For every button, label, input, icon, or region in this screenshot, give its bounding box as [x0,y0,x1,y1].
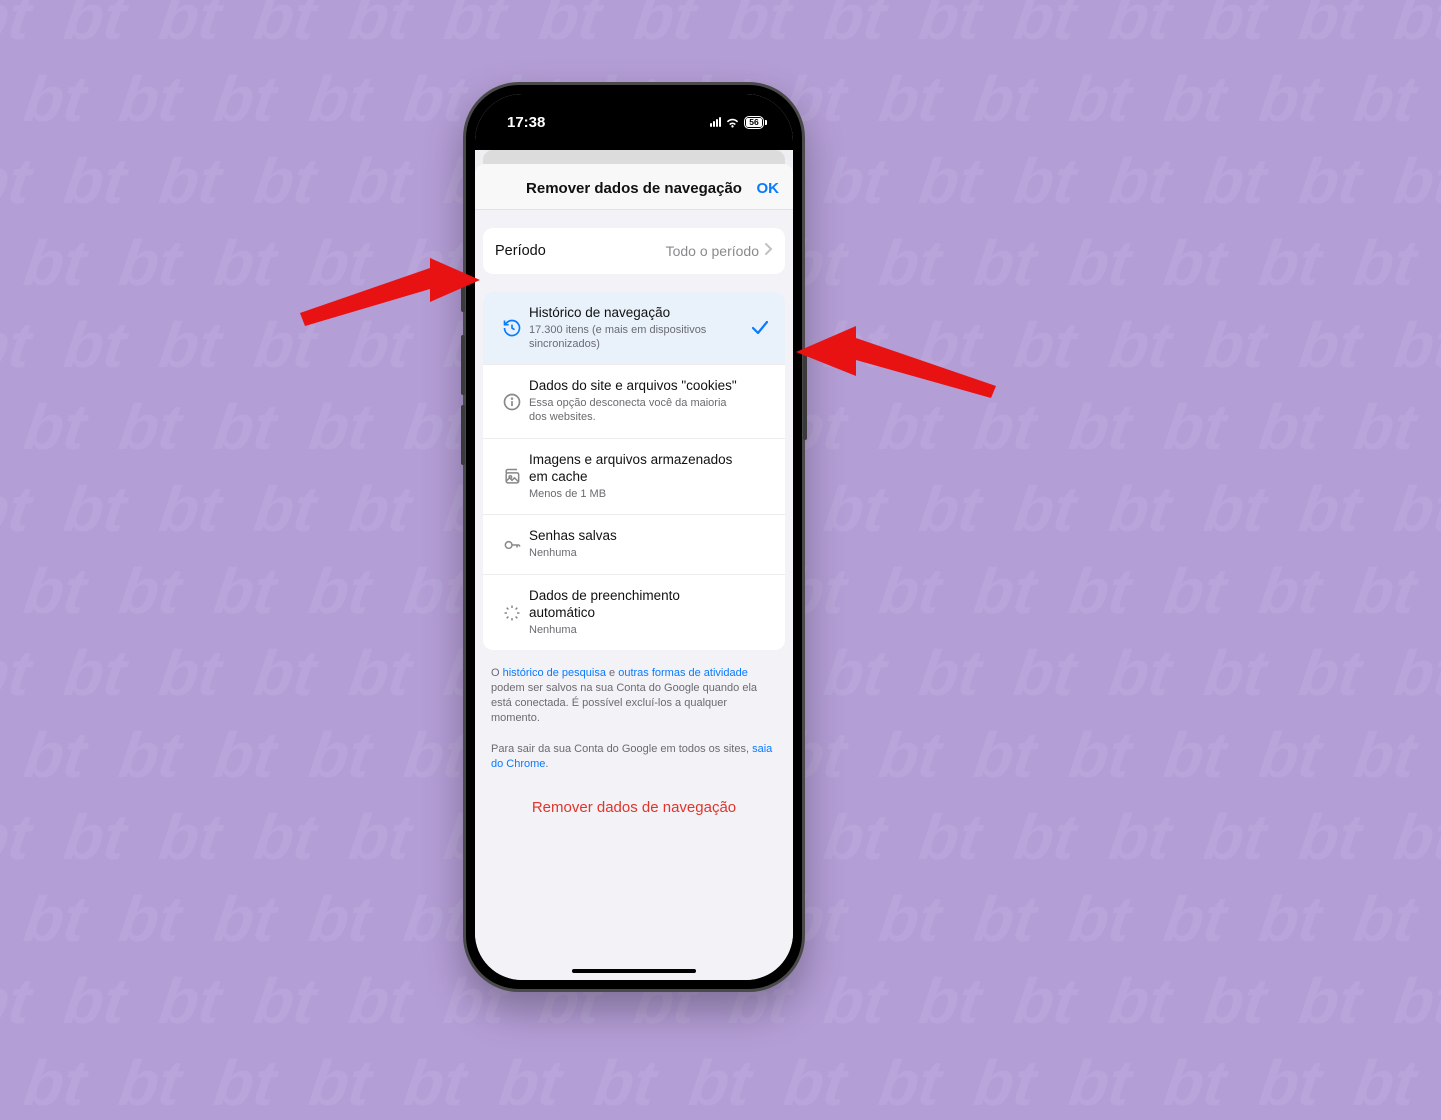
wifi-icon [725,115,740,130]
option-browsing-history[interactable]: Histórico de navegação 17.300 itens (e m… [483,292,785,365]
option-subtitle: Nenhuma [529,547,747,561]
sheet-title: Remover dados de navegação [487,180,781,197]
cellular-icon [710,117,721,127]
option-subtitle: Essa opção desconecta você da maioria do… [529,397,747,425]
dynamic-island [582,107,686,137]
option-title: Dados de preenchimento automático [529,588,747,622]
option-subtitle: Menos de 1 MB [529,488,747,502]
battery-icon: 56 [744,116,764,129]
clear-data-button[interactable]: Remover dados de navegação [475,771,793,838]
disclosure-text-1: O histórico de pesquisa e outras formas … [475,650,793,725]
ok-button[interactable]: OK [757,180,780,197]
key-icon [495,535,529,555]
autofill-icon [495,603,529,623]
option-title: Senhas salvas [529,528,747,545]
nav-bar: Remover dados de navegação OK [475,164,793,210]
history-icon [495,318,529,338]
annotation-arrow-left [300,258,480,330]
option-cookies[interactable]: Dados do site e arquivos "cookies" Essa … [483,365,785,438]
option-cached-images[interactable]: Imagens e arquivos armazenados em cache … [483,439,785,516]
option-title: Imagens e arquivos armazenados em cache [529,452,747,486]
disclosure-text-2: Para sair da sua Conta do Google em todo… [475,726,793,772]
status-time: 17:38 [507,114,545,131]
modal-sheet: Remover dados de navegação OK Período To… [475,164,793,980]
annotation-arrow-right [796,326,996,406]
option-autofill[interactable]: Dados de preenchimento automático Nenhum… [483,575,785,651]
info-icon [495,392,529,412]
other-activity-link[interactable]: outras formas de atividade [618,667,748,679]
search-history-link[interactable]: histórico de pesquisa [503,667,606,679]
option-title: Dados do site e arquivos "cookies" [529,378,747,395]
option-subtitle: Nenhuma [529,624,747,638]
option-title: Histórico de navegação [529,305,747,322]
time-range-value: Todo o período [666,243,759,259]
chevron-right-icon [765,242,773,260]
home-indicator[interactable] [572,969,696,973]
time-range-row[interactable]: Período Todo o período [483,228,785,274]
option-subtitle: 17.300 itens (e mais em dispositivos sin… [529,324,747,352]
option-saved-passwords[interactable]: Senhas salvas Nenhuma [483,515,785,575]
check-icon [747,321,773,335]
phone-frame: 17:38 56 Remover dados de navegaç [463,82,805,992]
images-icon [495,467,529,487]
time-range-label: Período [495,243,546,259]
